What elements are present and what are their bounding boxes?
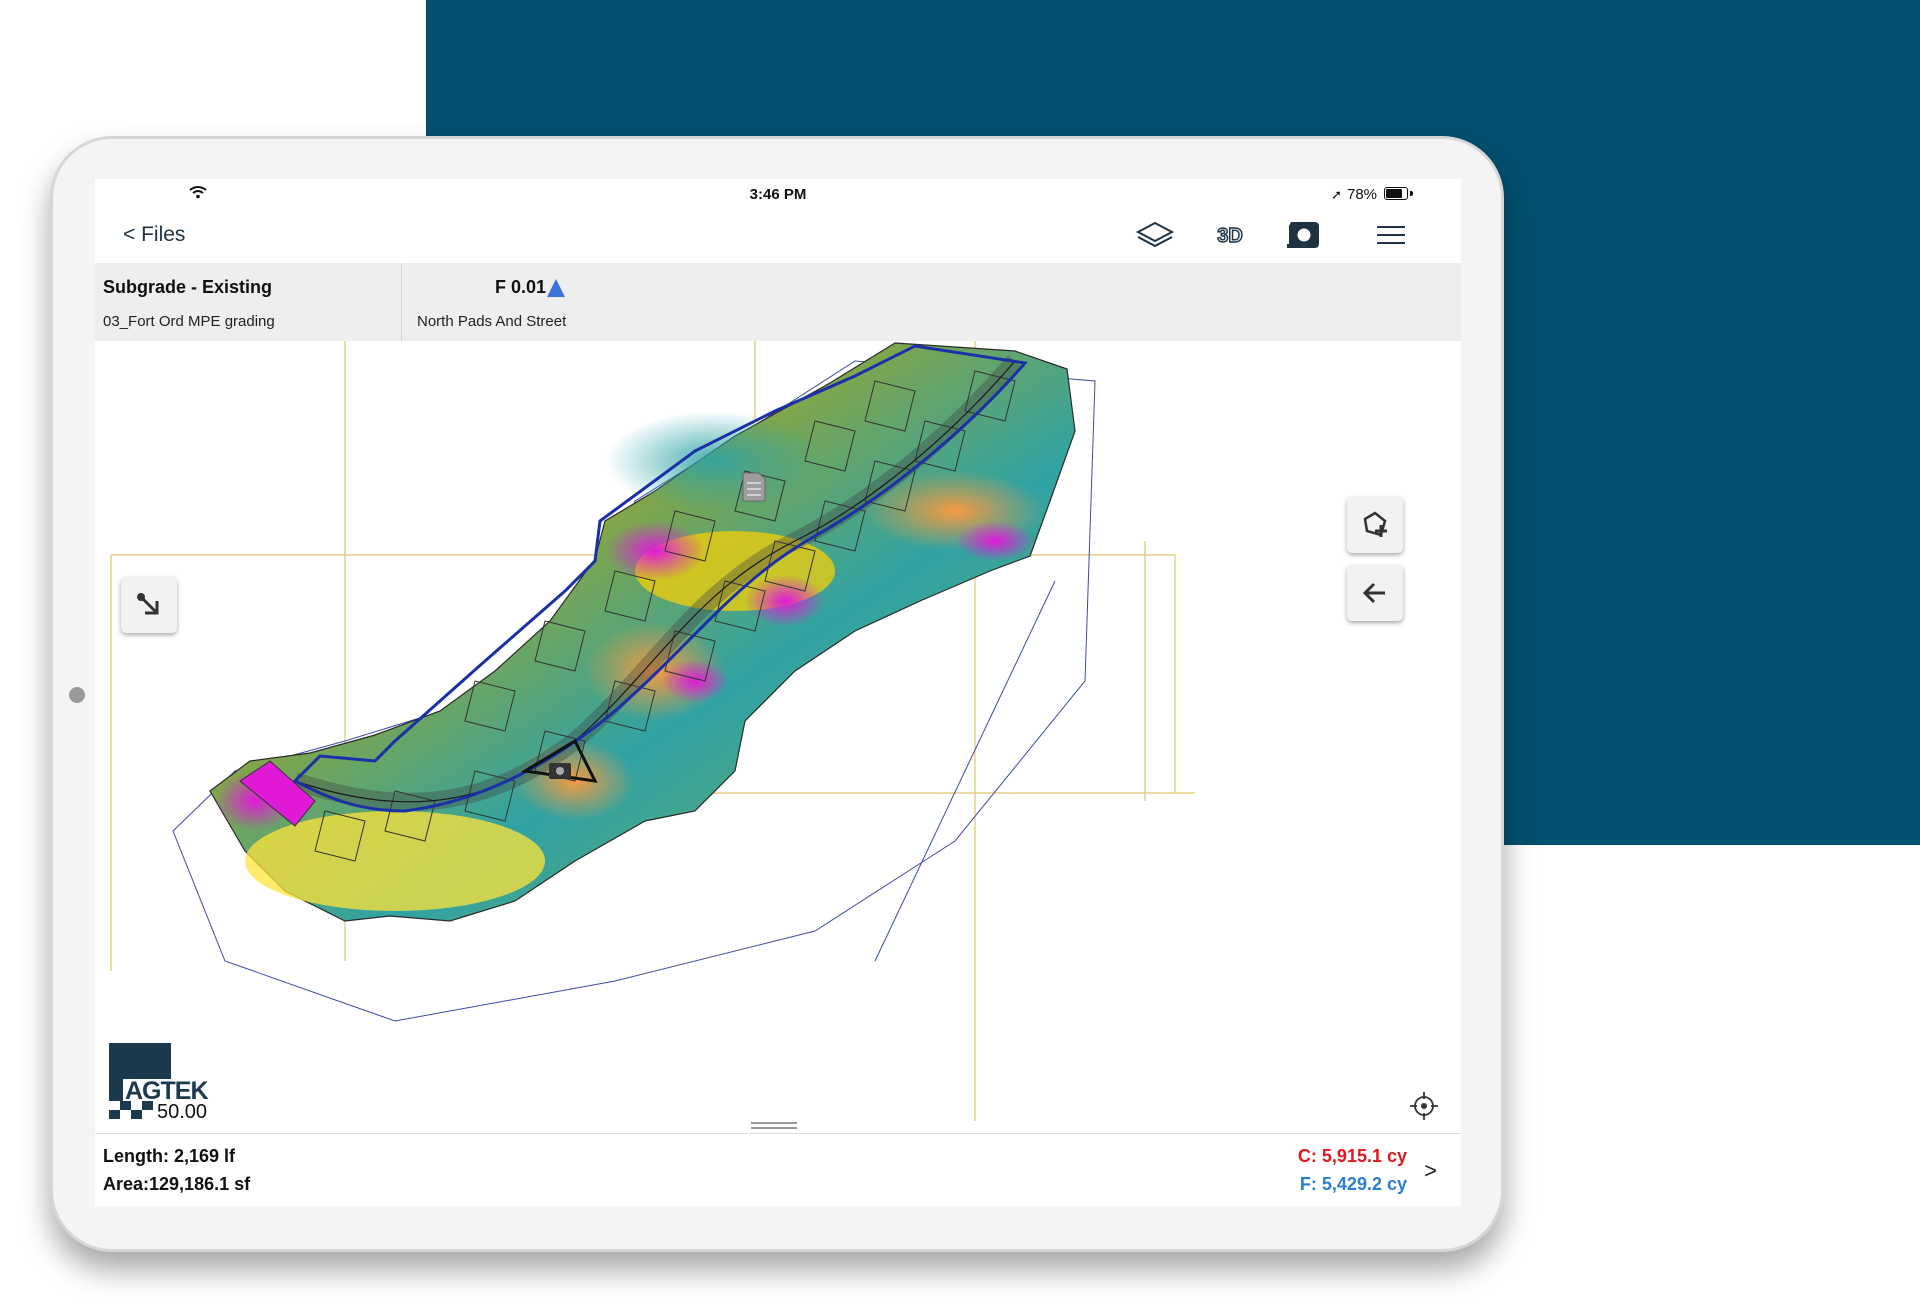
3d-icon-label: 3D [1217,225,1243,247]
info-divider [401,263,402,341]
document-icon[interactable] [742,472,766,502]
length-value: Length: 2,169 lf [103,1146,236,1166]
chevron-right-icon[interactable]: > [1424,1158,1437,1184]
import-arrow-icon [137,593,159,615]
measurement-summary-panel[interactable]: Length: 2,169 lf Area:129,186.1 sf C: 5,… [95,1133,1461,1206]
area-value: Area:129,186.1 sf [103,1174,251,1194]
scale-bar-icon [109,1101,153,1119]
navigation-bar: < Files 3D [95,209,1461,264]
battery-percent: 78% [1347,186,1378,203]
map-canvas[interactable] [95,341,1461,1121]
tablet-camera-dot [69,687,85,703]
back-to-files-link[interactable]: < Files [123,223,185,247]
surface-name[interactable]: Subgrade - Existing [103,277,272,298]
elevation-value: F 0.01 [495,277,547,297]
surface-info-bar: Subgrade - Existing 03_Fort Ord MPE grad… [95,263,1461,341]
add-shape-button[interactable] [1347,497,1403,553]
agtek-logo: AGTEK [109,1043,249,1104]
project-name: 03_Fort Ord MPE grading [103,313,275,330]
elevation-triangle-icon [547,279,565,297]
scale-value: 50.00 [157,1101,208,1123]
back-button[interactable] [1347,565,1403,621]
import-tool-button[interactable] [121,577,177,633]
3d-icon[interactable]: 3D [1209,220,1251,250]
app-screen: 3:46 PM ➚ 78% < Files 3D Subgrade - Exis… [95,179,1461,1206]
battery-tip [1410,191,1413,196]
tape-measure-icon[interactable] [1287,220,1321,250]
add-shape-icon [1363,511,1387,537]
tablet-device: 3:46 PM ➚ 78% < Files 3D Subgrade - Exis… [50,136,1504,1252]
status-time: 3:46 PM [749,186,807,203]
cut-volume: C: 5,915.1 cy [1297,1146,1407,1166]
layers-icon[interactable] [1135,220,1175,250]
site-map[interactable] [95,341,1461,1121]
fill-volume: F: 5,429.2 cy [1299,1174,1407,1194]
battery-icon [1384,187,1408,200]
locate-icon[interactable] [1409,1091,1439,1121]
menu-icon[interactable] [1375,220,1407,250]
heatmap-color-accents [215,411,1045,911]
panel-grab-handle[interactable] [751,1121,797,1131]
back-arrow-icon [1362,582,1385,604]
status-bar: 3:46 PM ➚ 78% [95,179,1461,209]
area-name: North Pads And Street [417,313,567,330]
location-arrow-icon: ➚ [1331,187,1342,202]
